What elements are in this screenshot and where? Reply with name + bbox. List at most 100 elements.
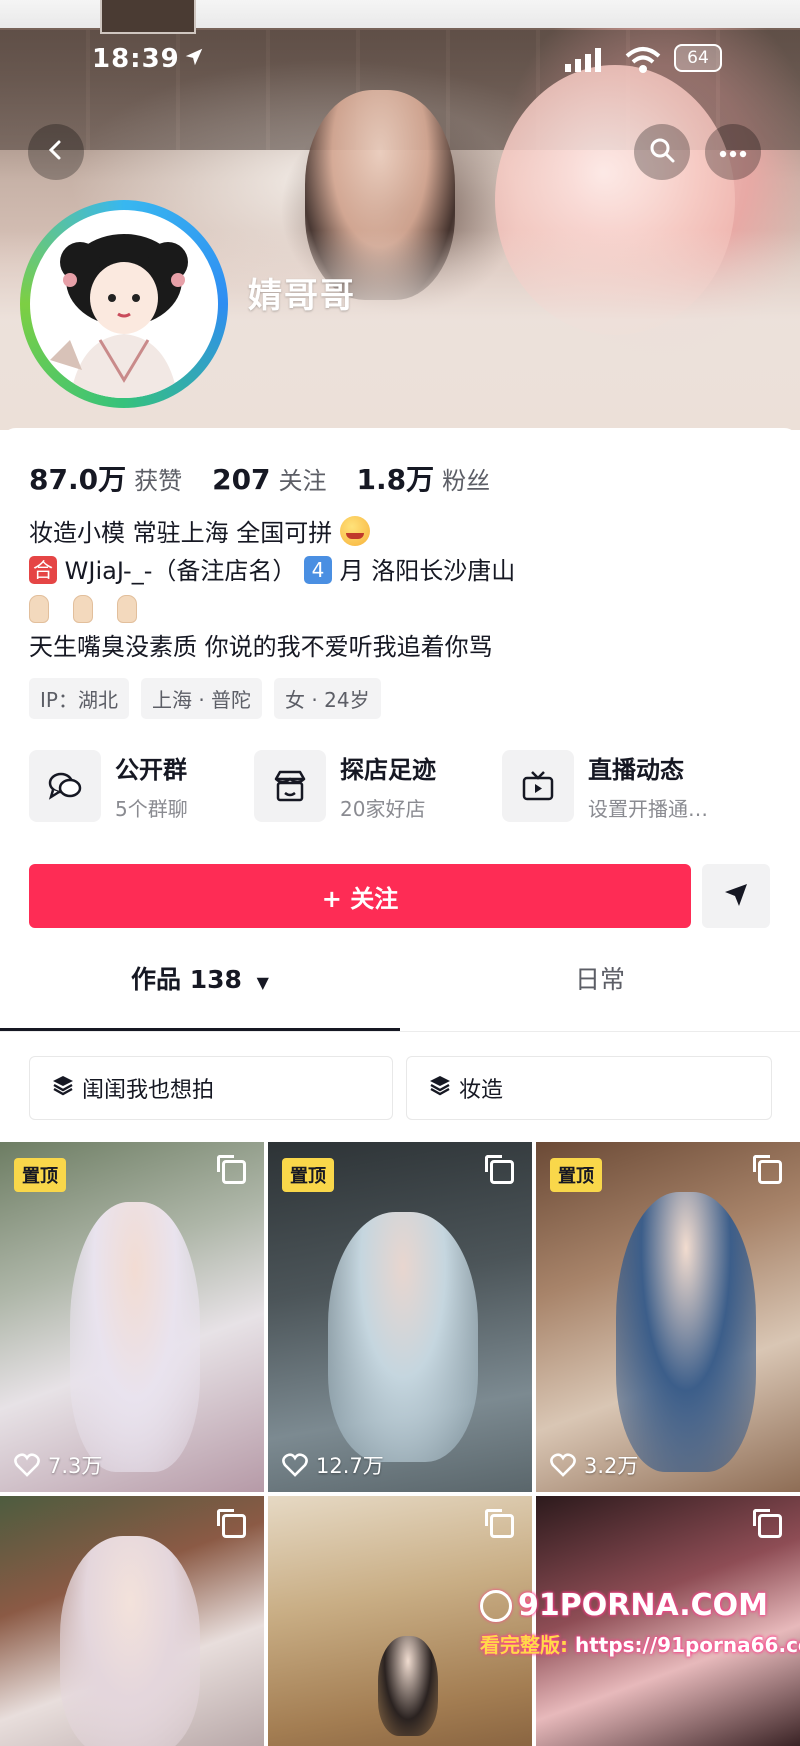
gender-age-tag: 女 · 24岁: [274, 678, 381, 719]
bio-line-1: 妆造小模 常驻上海 全国可拼: [29, 516, 769, 550]
status-bar: 18:39 64: [0, 40, 800, 80]
feature-title: 直播动态: [588, 756, 684, 784]
tab-works[interactable]: 作品 138 ▼: [0, 948, 400, 1012]
likes-label: 获赞: [134, 467, 183, 495]
feature-subtitle: 设置开播通…: [588, 797, 708, 821]
cover-top-strip: [0, 0, 800, 34]
back-button[interactable]: [28, 124, 84, 180]
bio-line-1-text: 妆造小模 常驻上海 全国可拼: [29, 519, 333, 547]
smiling-face-hearts-emoji-icon: [339, 516, 370, 546]
tab-daily[interactable]: 日常: [400, 948, 800, 1012]
pinned-badge: 置顶: [550, 1158, 602, 1192]
number-badge: 4: [304, 556, 333, 584]
avatar[interactable]: [20, 200, 228, 408]
wifi-icon: [625, 46, 661, 78]
thumbnail-figure: [70, 1202, 200, 1472]
collection-label: 妆造: [459, 1078, 504, 1103]
profile-card: 87.0万 获赞 207 关注 1.8万 粉丝 妆造小模 常驻上海 全国可拼 合…: [0, 428, 800, 1746]
profile-tags: IP：湖北 上海 · 普陀 女 · 24岁: [29, 678, 393, 719]
watermark-brand: 91PORNA.COM: [518, 1588, 768, 1623]
watermark-url: https://91porna66.com: [574, 1633, 800, 1657]
video-thumbnail[interactable]: 置顶 7.3万: [0, 1142, 264, 1492]
thumbnail-figure: [328, 1212, 478, 1462]
multi-image-icon: [485, 1509, 514, 1538]
video-likes: 7.3万: [14, 1450, 102, 1480]
heart-icon: [550, 1453, 576, 1477]
watermark: 91PORNA.COM 看完整版: https://91porna66.com: [480, 1588, 800, 1658]
layers-icon: [429, 1074, 451, 1102]
location-tag: 上海 · 普陀: [140, 678, 263, 719]
thumbnail-figure: [616, 1192, 756, 1472]
multi-image-icon: [753, 1509, 782, 1538]
bio-line-3: [29, 594, 769, 628]
collection-chip[interactable]: 闺闺我也想拍: [29, 1056, 393, 1120]
caret-down-icon: ▼: [256, 973, 269, 992]
collection-chip[interactable]: 妆造: [406, 1056, 772, 1120]
battery-indicator: 64: [674, 44, 722, 72]
multi-image-icon: [485, 1155, 514, 1184]
bio-line-2-text: WJiaJ-_-（备注店名）: [64, 557, 297, 585]
feature-subtitle: 20家好店: [340, 797, 426, 821]
chevron-left-icon: [44, 138, 68, 166]
store-icon: [254, 750, 326, 822]
send-arrow-icon: [722, 880, 750, 912]
likes-count-text: 12.7万: [316, 1454, 384, 1478]
content-tabs: 作品 138 ▼ 日常: [0, 948, 800, 1012]
followers-count[interactable]: 1.8万: [357, 458, 435, 498]
hand-gesture-icon: [29, 595, 49, 623]
follow-button[interactable]: + 关注: [29, 864, 691, 928]
likes-count-text: 3.2万: [584, 1454, 639, 1478]
followers-label[interactable]: 粉丝: [442, 461, 490, 496]
multi-image-icon: [217, 1509, 246, 1538]
likes-count: 87.0万: [29, 463, 127, 496]
video-likes: 12.7万: [282, 1450, 384, 1480]
search-button[interactable]: [634, 124, 690, 180]
video-likes: 3.2万: [550, 1450, 638, 1480]
following-count[interactable]: 207: [212, 463, 270, 496]
search-icon: [648, 136, 676, 168]
feature-title: 探店足迹: [340, 756, 436, 784]
more-dots-icon: [719, 143, 747, 162]
status-time: 18:39: [92, 44, 180, 74]
likes-count-text: 7.3万: [48, 1454, 103, 1478]
watermark-logo-icon: [480, 1589, 512, 1622]
watermark-label: 看完整版:: [480, 1633, 568, 1657]
bio-line-2-rest: 月 洛阳长沙唐山: [339, 557, 516, 585]
video-thumbnail[interactable]: 置顶 12.7万: [268, 1142, 532, 1492]
layers-icon: [52, 1074, 74, 1102]
pinned-badge: 置顶: [282, 1158, 334, 1192]
feature-store-visits[interactable]: 探店足迹 20家好店: [254, 750, 436, 822]
video-thumbnail[interactable]: 置顶 3.2万: [536, 1142, 800, 1492]
feature-subtitle: 5个群聊: [115, 797, 188, 821]
he-badge: 合: [29, 556, 57, 584]
tab-works-label: 作品 138: [131, 965, 242, 994]
hand-gesture-icon: [117, 595, 137, 623]
thumbnail-figure: [60, 1536, 200, 1746]
following-label[interactable]: 关注: [279, 461, 327, 496]
share-button[interactable]: [702, 864, 770, 928]
multi-image-icon: [217, 1155, 246, 1184]
signal-icon: [565, 48, 605, 76]
feature-public-group[interactable]: 公开群 5个群聊: [29, 750, 188, 822]
video-thumbnail[interactable]: [0, 1496, 264, 1746]
chat-bubbles-icon: [29, 750, 101, 822]
hand-gesture-icon: [73, 595, 93, 623]
bio-line-2: 合 WJiaJ-_-（备注店名） 4 月 洛阳长沙唐山: [29, 554, 769, 588]
heart-icon: [14, 1453, 40, 1477]
feature-live-updates[interactable]: 直播动态 设置开播通…: [502, 750, 708, 822]
bio-line-4: 天生嘴臭没素质 你说的我不爱听我追着你骂: [29, 633, 493, 661]
profile-nickname: 婧哥哥: [248, 276, 356, 316]
thumbnail-figure: [378, 1636, 438, 1736]
feature-title: 公开群: [115, 756, 187, 784]
tab-divider: [0, 1031, 800, 1032]
tv-icon: [502, 750, 574, 822]
multi-image-icon: [753, 1155, 782, 1184]
avatar-illustration: [30, 210, 218, 398]
pinned-badge: 置顶: [14, 1158, 66, 1192]
ip-tag: IP：湖北: [29, 678, 129, 719]
collection-label: 闺闺我也想拍: [82, 1078, 215, 1103]
stats-row: 87.0万 获赞 207 关注 1.8万 粉丝: [29, 458, 520, 498]
heart-icon: [282, 1453, 308, 1477]
more-button[interactable]: [705, 124, 761, 180]
location-arrow-icon: [183, 46, 205, 72]
